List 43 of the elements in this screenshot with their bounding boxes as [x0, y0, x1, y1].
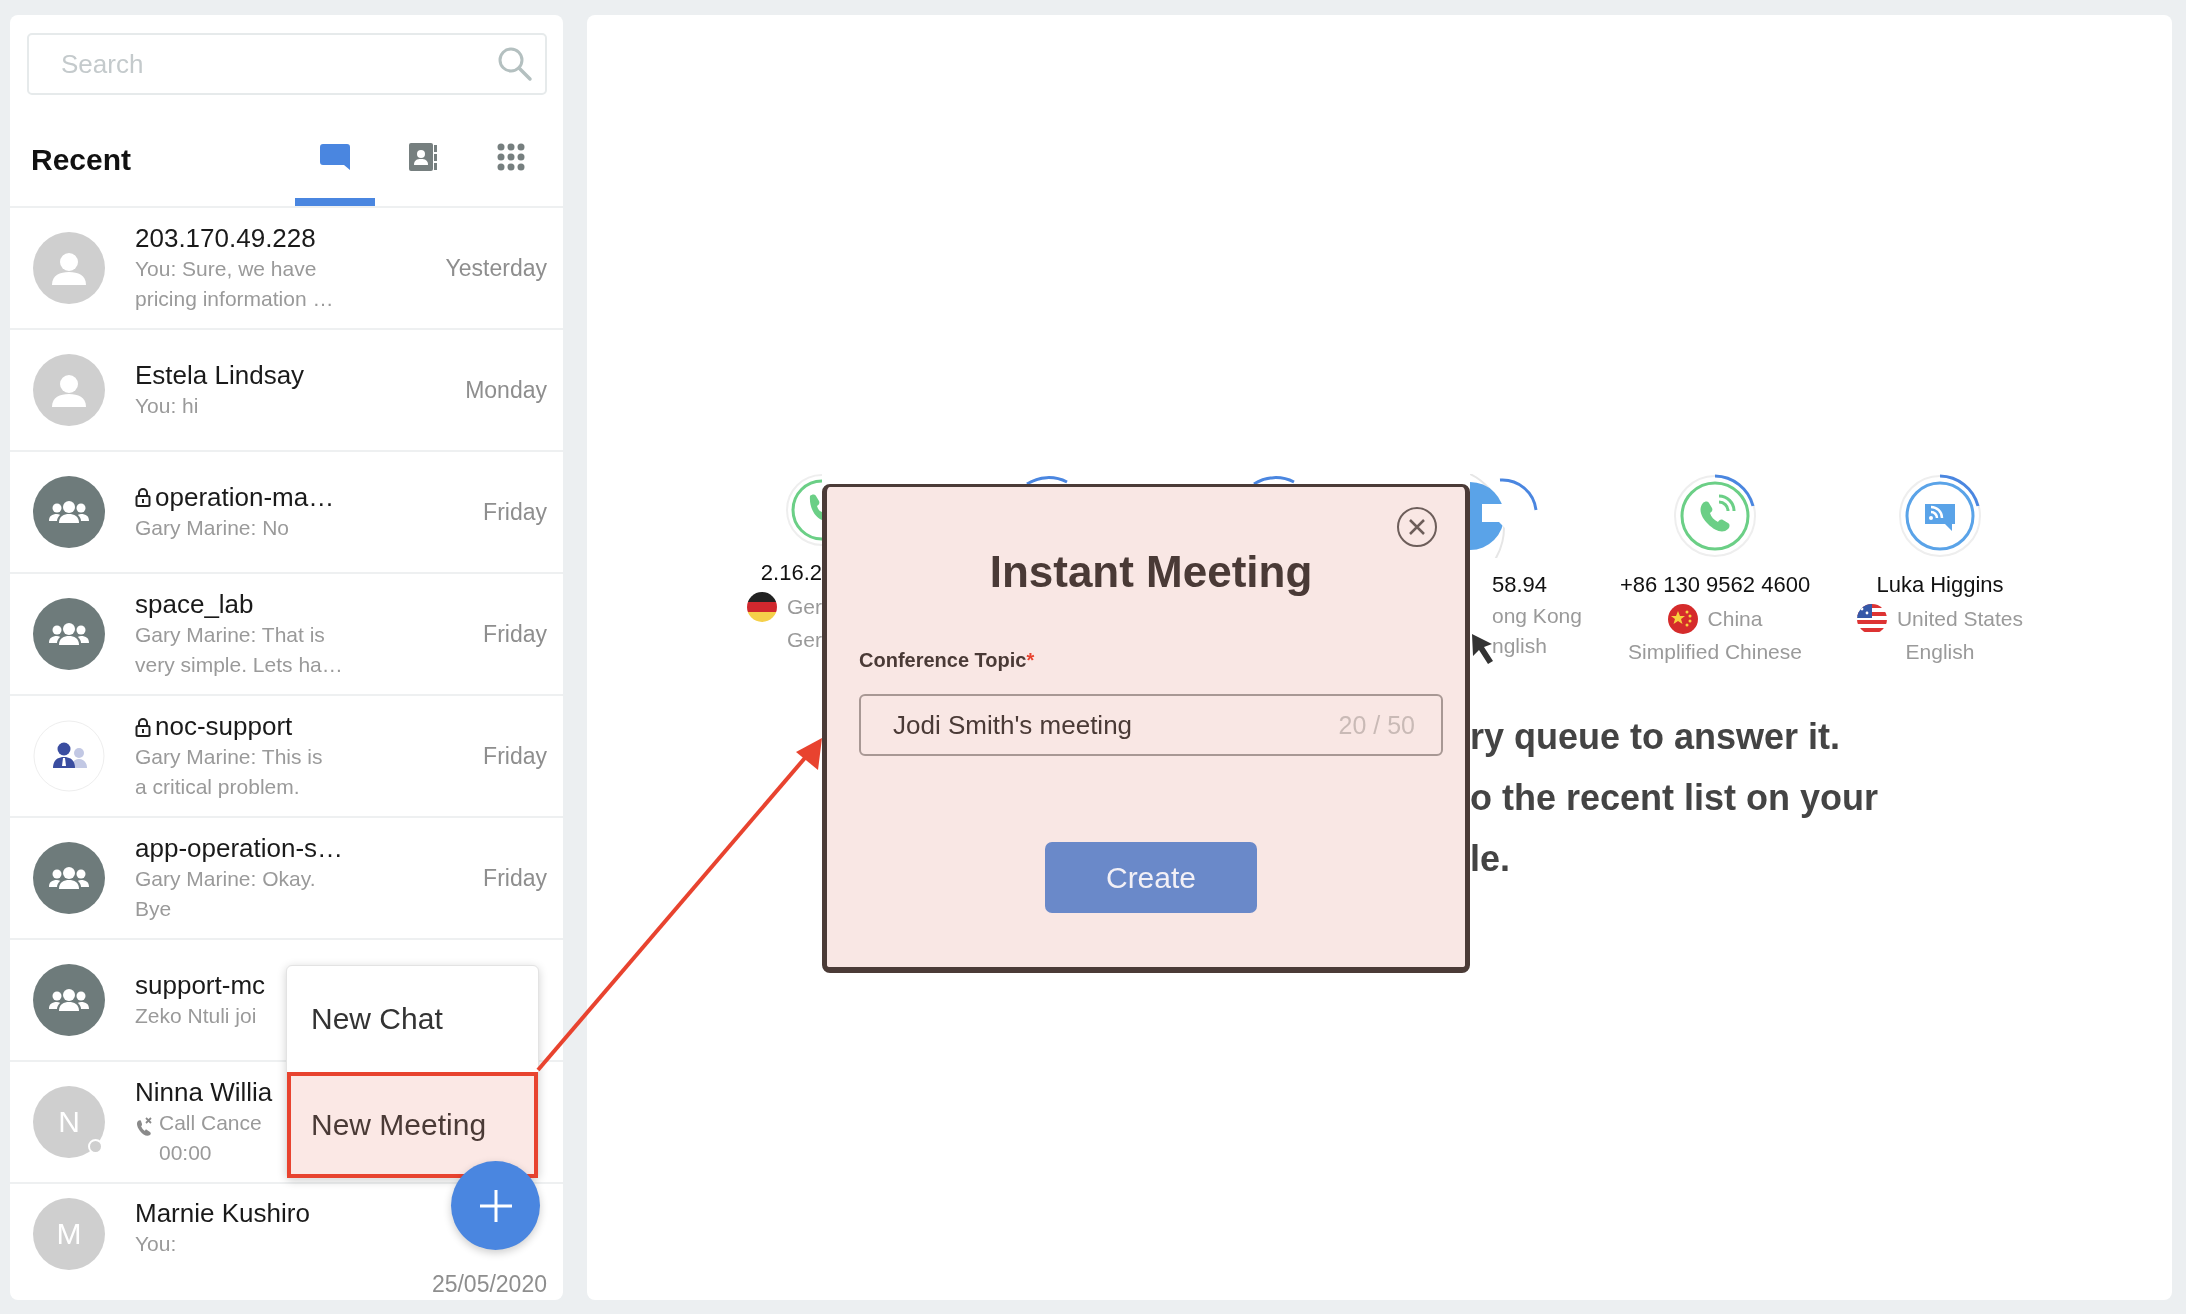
message-preview: Gary Marine: This is a critical problem.: [135, 744, 323, 800]
caller-country: Ger: [787, 595, 822, 619]
conversation-name: Marnie Kushiro: [135, 1198, 311, 1229]
caller-country: United States: [1896, 607, 2024, 631]
caller-name: +86 130 9562 4600: [1619, 572, 1811, 598]
message-preview: Gary Marine: Okay. Bye: [135, 866, 316, 922]
section-title: Recent: [31, 142, 133, 177]
conversation-name: Estela Lindsay: [135, 359, 306, 391]
message-preview: Zeko Ntuli joi: [135, 1002, 257, 1029]
message-preview: Gary Marine: No: [135, 514, 290, 541]
conversation-time: Monday: [465, 376, 547, 404]
instruction-text: ry queue to answer it.: [1470, 715, 1842, 759]
conversation-name: app-operation-s…: [135, 833, 345, 865]
caller-number: 2.16.2: [760, 560, 822, 586]
conversation-name: operation-ma…: [135, 481, 454, 513]
message-preview: Call Cance 00:00: [159, 1110, 262, 1166]
instruction-text: o the recent list on your: [1470, 776, 1880, 820]
conversation-time: Friday: [483, 864, 547, 892]
conversation-name: support-mc: [135, 969, 267, 1001]
message-preview: You: hi: [135, 392, 199, 419]
conversation-time: 25/05/2020: [431, 1271, 547, 1298]
conversation-name: Ninna Willia: [135, 1077, 274, 1109]
message-preview: You: Sure, we have pricing information …: [135, 256, 334, 312]
caller-name: Luka Higgins: [1876, 572, 2004, 598]
conversation-name: 203.170.49.228: [135, 223, 317, 255]
caller-language: nglish: [1491, 634, 1548, 658]
caller-language: English: [1905, 640, 1975, 664]
message-preview: You:: [135, 1231, 177, 1257]
conversation-time: Yesterday: [445, 254, 547, 282]
caller-language: Ger: [787, 628, 822, 652]
caller-number: 58.94: [1491, 572, 1549, 598]
conversation-time: Friday: [483, 498, 547, 526]
caller-language: Simplified Chinese: [1628, 640, 1802, 664]
conversation-name: space_lab: [135, 589, 255, 621]
instruction-text: le.: [1470, 837, 1512, 881]
dialog-title: Instant Meeting: [988, 547, 1314, 597]
message-preview: Gary Marine: That is very simple. Lets ha…: [135, 622, 343, 678]
conversation-time: Friday: [483, 742, 547, 770]
caller-country: ong Kong: [1491, 604, 1583, 628]
caller-country: China: [1707, 607, 1763, 631]
conversation-time: Friday: [483, 620, 547, 648]
field-label: Conference Topic*: [859, 649, 1036, 672]
conversation-name: noc-support: [135, 711, 454, 743]
